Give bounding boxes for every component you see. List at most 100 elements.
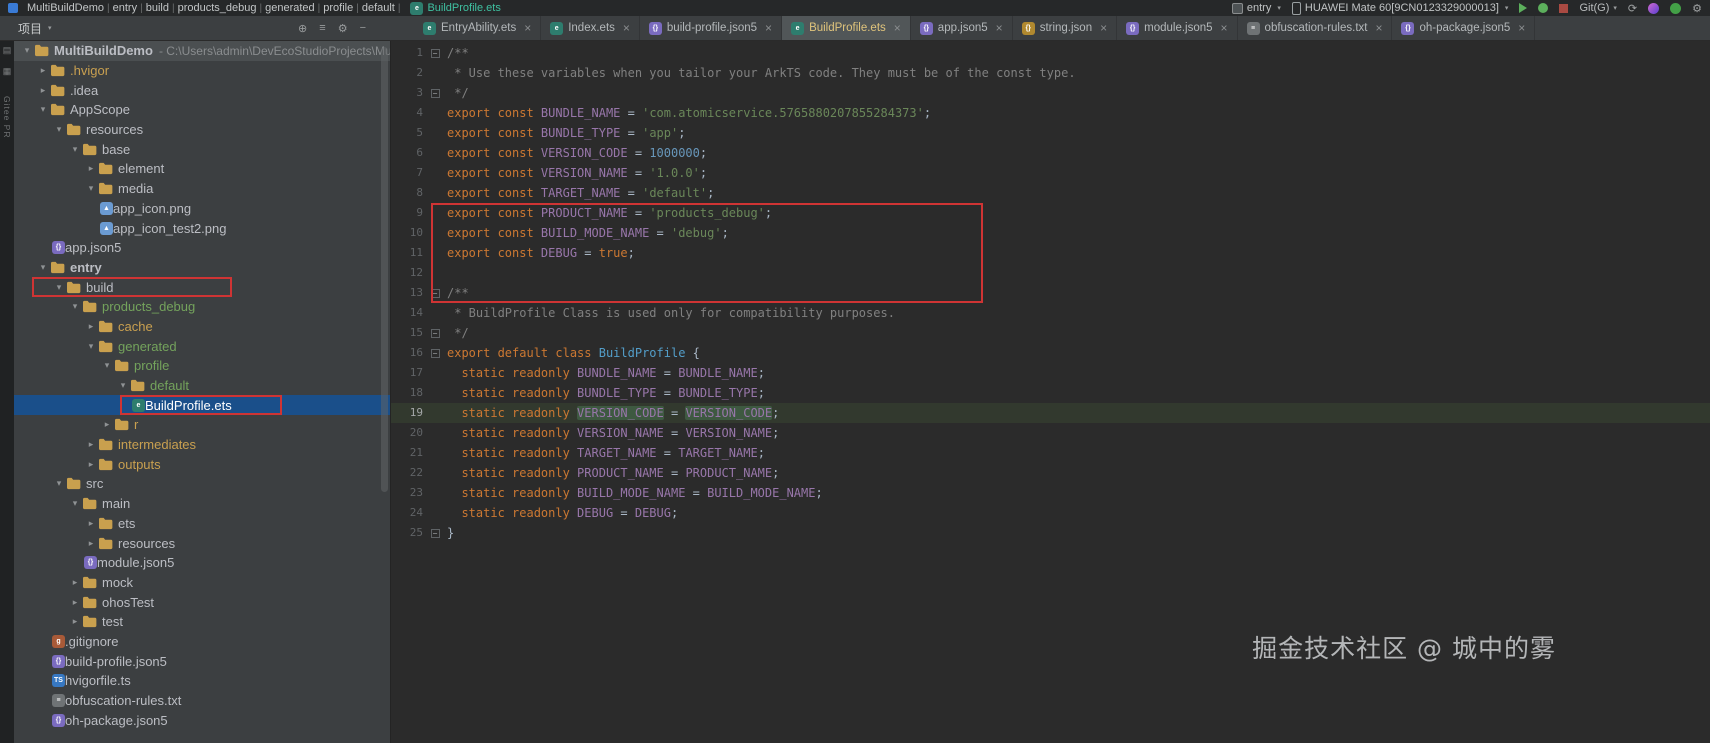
fold-marker-icon[interactable]: − — [430, 528, 440, 538]
breadcrumb-item[interactable]: default — [362, 2, 395, 14]
code-line-11[interactable]: 11 export const DEBUG = true; — [391, 243, 1710, 263]
code-line-9[interactable]: 9 export const PRODUCT_NAME = 'products_d… — [391, 203, 1710, 223]
editor-tab[interactable]: {} string.json × — [1013, 16, 1118, 40]
breadcrumb-item[interactable]: build — [146, 2, 169, 14]
tree-item-hvigorfile.ts[interactable]: TS hvigorfile.ts — [14, 671, 390, 691]
chevron-right-icon[interactable]: ▸ — [84, 439, 98, 450]
code-line-20[interactable]: 20 static readonly VERSION_NAME = VERSIO… — [391, 423, 1710, 443]
code-line-13[interactable]: 13−/** — [391, 283, 1710, 303]
code-line-25[interactable]: 25−} — [391, 523, 1710, 543]
code-editor[interactable]: 1−/** 2 * Use these variables when you ta… — [390, 41, 1710, 743]
tree-item-base[interactable]: ▾ base — [14, 139, 390, 159]
tree-item-intermediates[interactable]: ▸ intermediates — [14, 435, 390, 455]
chevron-down-icon[interactable]: ▾ — [68, 301, 82, 312]
chevron-right-icon[interactable]: ▸ — [36, 85, 50, 96]
tree-item-app.json5[interactable]: {} app.json5 — [14, 238, 390, 258]
code-line-4[interactable]: 4 export const BUNDLE_NAME = 'com.atomics… — [391, 103, 1710, 123]
collapse-all-icon[interactable]: ≡ — [319, 22, 325, 34]
tree-item-resources[interactable]: ▾ resources — [14, 120, 390, 140]
chevron-down-icon[interactable]: ▾ — [68, 144, 82, 155]
tree-item-profile[interactable]: ▾ profile — [14, 356, 390, 376]
chevron-down-icon[interactable]: ▾ — [52, 478, 66, 489]
fold-marker-icon[interactable]: − — [430, 348, 440, 358]
code-line-15[interactable]: 15− */ — [391, 323, 1710, 343]
code-line-10[interactable]: 10 export const BUILD_MODE_NAME = 'debug'… — [391, 223, 1710, 243]
tab-close-icon[interactable]: × — [996, 21, 1003, 35]
tab-close-icon[interactable]: × — [524, 21, 531, 35]
fold-marker-icon[interactable]: − — [430, 288, 440, 298]
editor-tab[interactable]: {} build-profile.json5 × — [640, 16, 783, 40]
gitee-pr-tool-label[interactable]: Gitee PR — [2, 96, 12, 139]
code-line-18[interactable]: 18 static readonly BUNDLE_TYPE = BUNDLE_… — [391, 383, 1710, 403]
tree-item-build-profile.json5[interactable]: {} build-profile.json5 — [14, 651, 390, 671]
tree-item-element[interactable]: ▸ element — [14, 159, 390, 179]
stop-button[interactable] — [1559, 3, 1569, 13]
code-line-24[interactable]: 24 static readonly DEBUG = DEBUG; — [391, 503, 1710, 523]
tree-item-AppScope[interactable]: ▾ AppScope — [14, 100, 390, 120]
chevron-right-icon[interactable]: ▸ — [68, 597, 82, 608]
editor-tab[interactable]: e Index.ets × — [541, 16, 640, 40]
tree-item-generated[interactable]: ▾ generated — [14, 336, 390, 356]
project-panel-title[interactable]: 项目 ▾ — [18, 20, 52, 37]
chevron-down-icon[interactable]: ▾ — [84, 183, 98, 194]
code-line-7[interactable]: 7 export const VERSION_NAME = '1.0.0'; — [391, 163, 1710, 183]
tree-item-app_icon.png[interactable]: ▲ app_icon.png — [14, 199, 390, 219]
tree-item-r[interactable]: ▸ r — [14, 415, 390, 435]
breadcrumb-item[interactable]: profile — [323, 2, 353, 14]
chevron-down-icon[interactable]: ▾ — [68, 498, 82, 509]
sync-icon[interactable]: ⟳ — [1628, 2, 1637, 15]
project-tool-icon[interactable]: ▤ — [3, 46, 12, 55]
locate-file-icon[interactable]: ⊕ — [298, 22, 307, 35]
tab-close-icon[interactable]: × — [1518, 21, 1525, 35]
chevron-right-icon[interactable]: ▸ — [68, 577, 82, 588]
editor-tab[interactable]: ≡ obfuscation-rules.txt × — [1238, 16, 1393, 40]
chevron-right-icon[interactable]: ▸ — [84, 538, 98, 549]
tree-item-default[interactable]: ▾ default — [14, 376, 390, 396]
tree-item-.gitignore[interactable]: g .gitignore — [14, 632, 390, 652]
tree-item-build[interactable]: ▾ build — [14, 277, 390, 297]
chevron-down-icon[interactable]: ▾ — [116, 380, 130, 391]
git-branch-button[interactable]: Git(G) ▾ — [1579, 2, 1616, 14]
breadcrumb-item[interactable]: entry — [113, 2, 137, 14]
fold-marker-icon[interactable]: − — [430, 88, 440, 98]
tree-item-src[interactable]: ▾ src — [14, 474, 390, 494]
tree-item-mock[interactable]: ▸ mock — [14, 573, 390, 593]
tree-item-module.json5[interactable]: {} module.json5 — [14, 553, 390, 573]
chevron-right-icon[interactable]: ▸ — [84, 518, 98, 529]
tab-close-icon[interactable]: × — [623, 21, 630, 35]
chevron-right-icon[interactable]: ▸ — [84, 163, 98, 174]
code-line-1[interactable]: 1−/** — [391, 43, 1710, 63]
debug-button[interactable] — [1538, 3, 1549, 13]
tree-item-oh-package.json5[interactable]: {} oh-package.json5 — [14, 710, 390, 730]
fold-marker-icon[interactable]: − — [430, 48, 440, 58]
structure-tool-icon[interactable]: ▦ — [3, 67, 12, 76]
device-manager-icon[interactable] — [1670, 2, 1682, 14]
tree-item-.hvigor[interactable]: ▸ .hvigor — [14, 61, 390, 81]
chevron-down-icon[interactable]: ▾ — [84, 341, 98, 352]
editor-tab[interactable]: {} module.json5 × — [1117, 16, 1238, 40]
code-line-5[interactable]: 5 export const BUNDLE_TYPE = 'app'; — [391, 123, 1710, 143]
device-selector[interactable]: HUAWEI Mate 60[9CN0123329000013] ▾ — [1291, 1, 1508, 15]
chevron-right-icon[interactable]: ▸ — [68, 616, 82, 627]
editor-tab[interactable]: {} oh-package.json5 × — [1392, 16, 1536, 40]
code-line-22[interactable]: 22 static readonly PRODUCT_NAME = PRODUC… — [391, 463, 1710, 483]
chevron-down-icon[interactable]: ▾ — [20, 45, 34, 56]
tree-item-entry[interactable]: ▾ entry — [14, 258, 390, 278]
run-config-selector[interactable]: entry ▾ — [1231, 2, 1281, 14]
run-button[interactable] — [1519, 3, 1528, 13]
settings-icon[interactable]: ⚙ — [1692, 2, 1702, 15]
project-scrollbar[interactable] — [381, 47, 388, 492]
tree-item-MultiBuildDemo[interactable]: ▾ MultiBuildDemo - C:\Users\admin\DevEcoS… — [14, 41, 390, 61]
hide-panel-icon[interactable]: − — [360, 22, 366, 34]
code-line-3[interactable]: 3− */ — [391, 83, 1710, 103]
chevron-right-icon[interactable]: ▸ — [100, 419, 114, 430]
code-line-6[interactable]: 6 export const VERSION_CODE = 1000000; — [391, 143, 1710, 163]
code-line-21[interactable]: 21 static readonly TARGET_NAME = TARGET_… — [391, 443, 1710, 463]
fold-marker-icon[interactable]: − — [430, 328, 440, 338]
tree-item-app_icon_test2.png[interactable]: ▲ app_icon_test2.png — [14, 218, 390, 238]
tab-close-icon[interactable]: × — [765, 21, 772, 35]
chevron-down-icon[interactable]: ▾ — [36, 262, 50, 273]
tab-close-icon[interactable]: × — [1375, 21, 1382, 35]
editor-tab[interactable]: e EntryAbility.ets × — [414, 16, 542, 40]
chevron-down-icon[interactable]: ▾ — [36, 104, 50, 115]
